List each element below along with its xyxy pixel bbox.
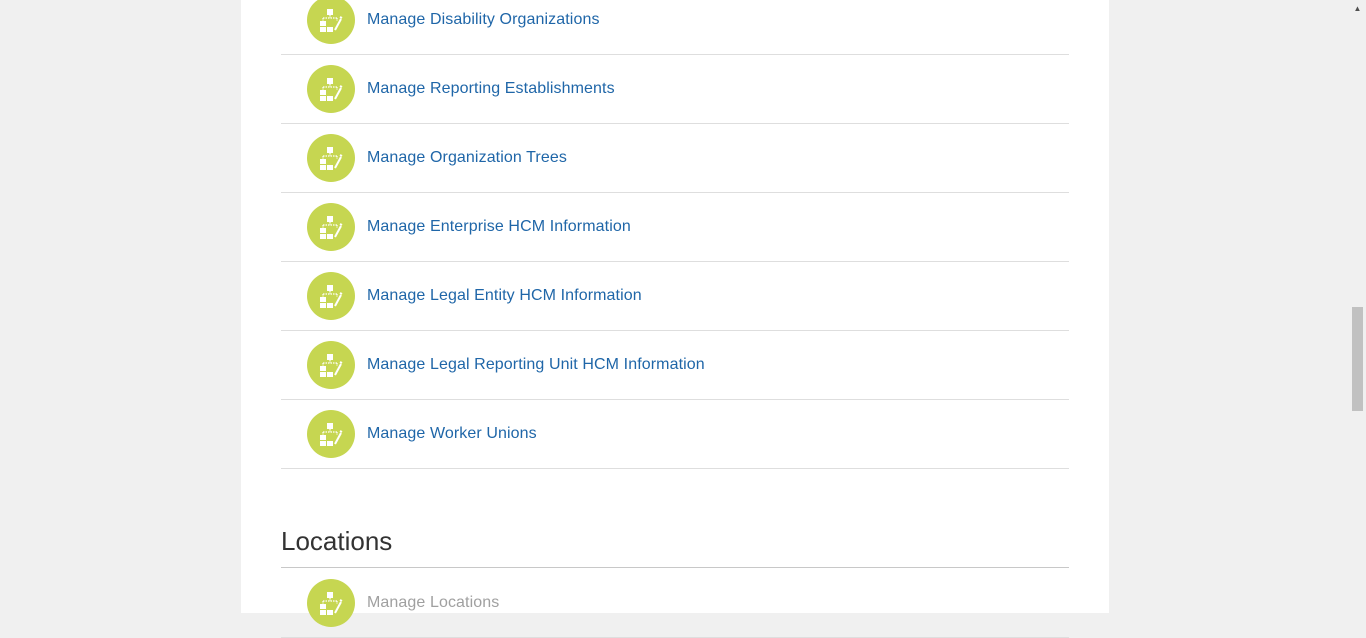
task-label[interactable]: Manage Reporting Establishments bbox=[367, 80, 615, 98]
organization-edit-icon bbox=[307, 65, 355, 113]
organization-edit-icon bbox=[307, 272, 355, 320]
organization-edit-icon bbox=[307, 134, 355, 182]
task-row-manage-worker-unions[interactable]: Manage Worker Unions bbox=[281, 400, 1069, 469]
task-label[interactable]: Manage Locations bbox=[367, 594, 499, 612]
task-label[interactable]: Manage Enterprise HCM Information bbox=[367, 218, 631, 236]
organization-edit-icon bbox=[307, 0, 355, 44]
scroll-up-arrow-icon[interactable]: ▲ bbox=[1349, 0, 1366, 17]
organization-edit-icon bbox=[307, 203, 355, 251]
task-label[interactable]: Manage Disability Organizations bbox=[367, 11, 600, 29]
task-row-manage-reporting-establishments[interactable]: Manage Reporting Establishments bbox=[281, 55, 1069, 124]
task-label[interactable]: Manage Organization Trees bbox=[367, 149, 567, 167]
task-row-manage-locations[interactable]: Manage Locations bbox=[281, 569, 1069, 638]
organization-edit-icon bbox=[307, 341, 355, 389]
task-row-manage-organization-trees[interactable]: Manage Organization Trees bbox=[281, 124, 1069, 193]
task-label[interactable]: Manage Worker Unions bbox=[367, 425, 537, 443]
task-list: Manage Disability Organizations Manage R… bbox=[281, 0, 1069, 469]
locations-task-list: Manage Locations bbox=[281, 569, 1069, 638]
task-label[interactable]: Manage Legal Entity HCM Information bbox=[367, 287, 642, 305]
task-row-manage-legal-reporting-unit-hcm-information[interactable]: Manage Legal Reporting Unit HCM Informat… bbox=[281, 331, 1069, 400]
scrollbar-thumb[interactable] bbox=[1352, 307, 1363, 411]
task-row-manage-legal-entity-hcm-information[interactable]: Manage Legal Entity HCM Information bbox=[281, 262, 1069, 331]
organization-edit-icon bbox=[307, 410, 355, 458]
organization-edit-icon bbox=[307, 579, 355, 627]
task-label[interactable]: Manage Legal Reporting Unit HCM Informat… bbox=[367, 356, 705, 374]
task-panel: Manage Disability Organizations Manage R… bbox=[241, 0, 1109, 638]
section-title-locations: Locations bbox=[281, 523, 1069, 568]
task-row-manage-enterprise-hcm-information[interactable]: Manage Enterprise HCM Information bbox=[281, 193, 1069, 262]
task-row-manage-disability-organizations[interactable]: Manage Disability Organizations bbox=[281, 0, 1069, 55]
vertical-scrollbar[interactable]: ▲ bbox=[1349, 0, 1366, 613]
